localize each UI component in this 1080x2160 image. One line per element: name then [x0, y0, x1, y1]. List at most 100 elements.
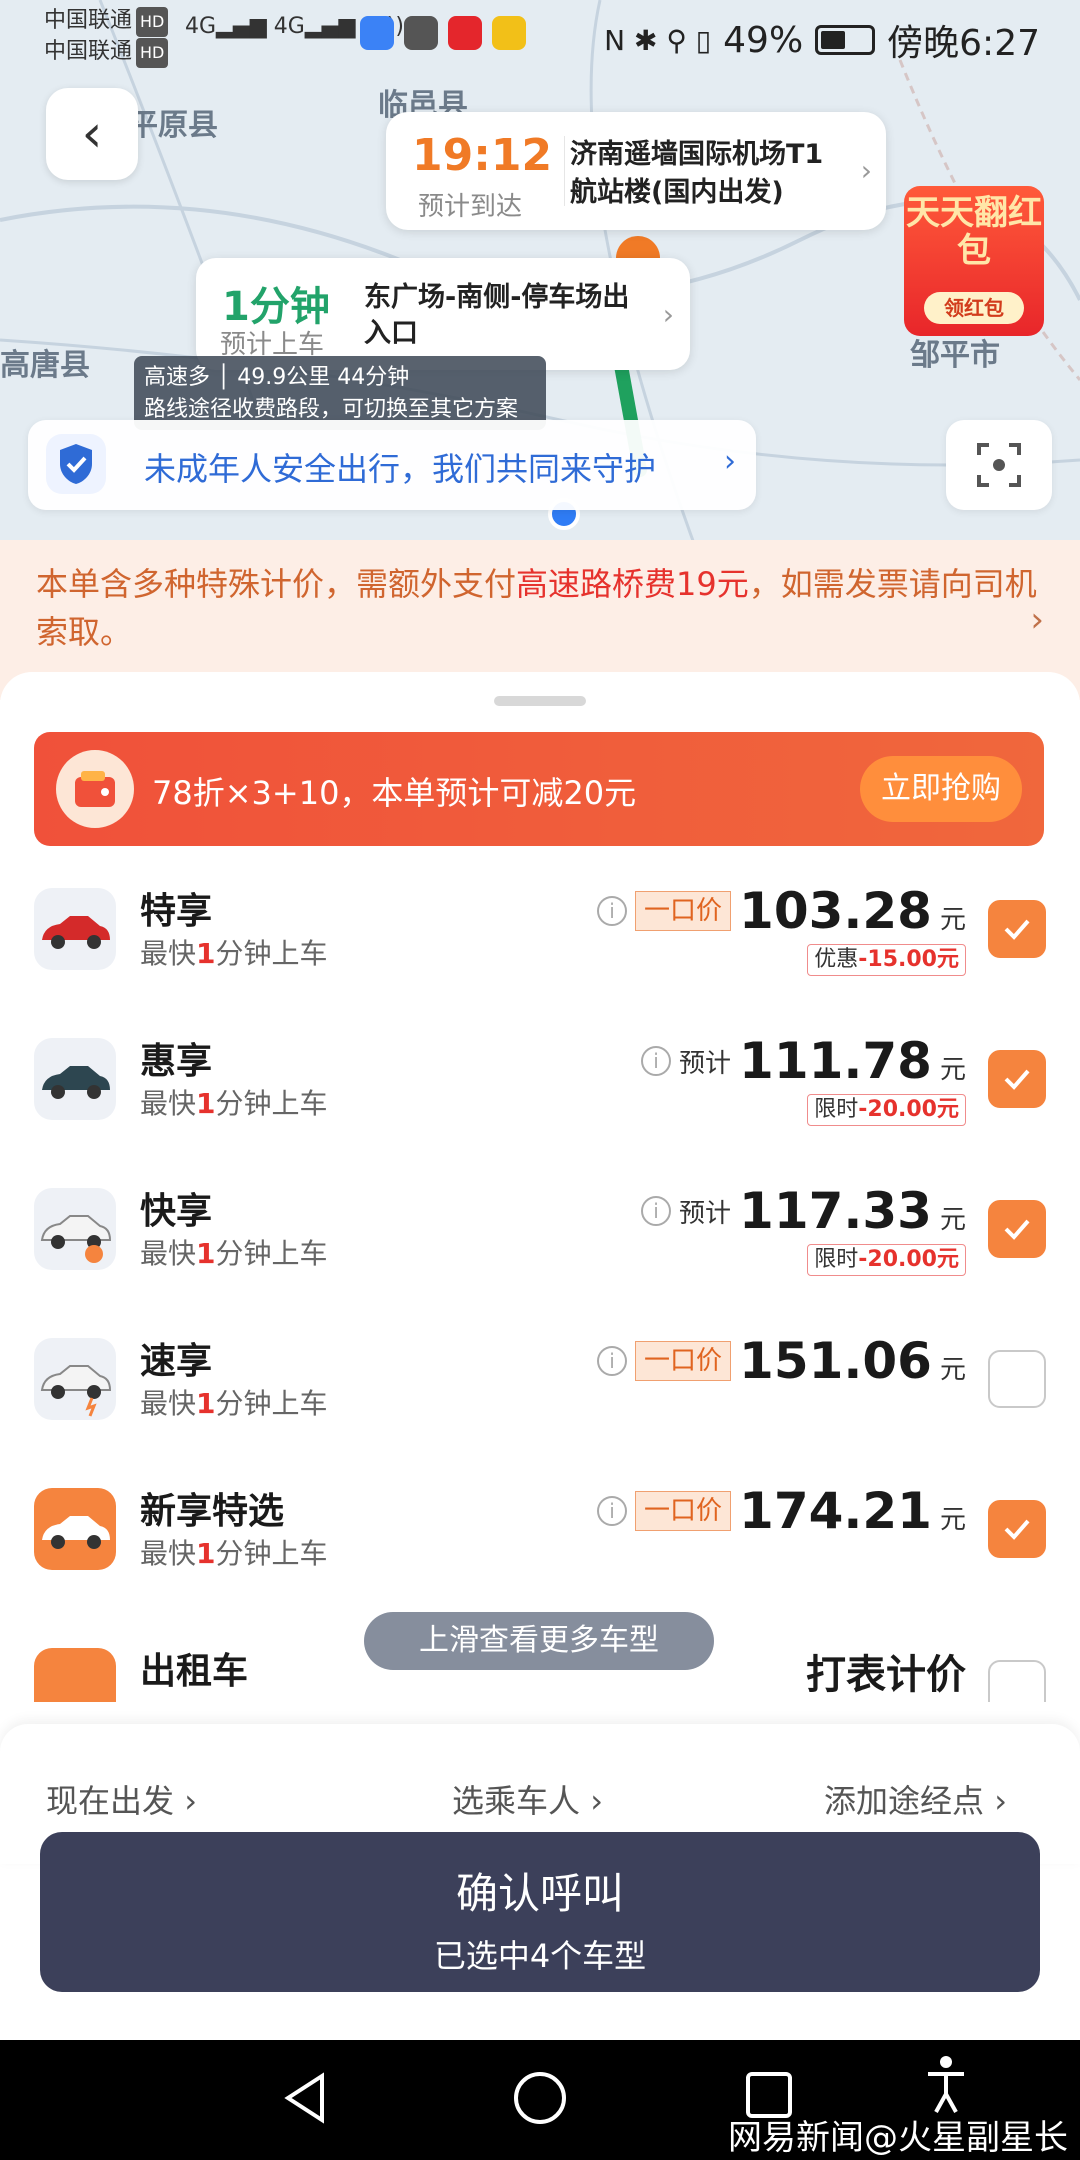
discount-badge: 限时-20.00元	[807, 1244, 966, 1276]
select-checkbox[interactable]	[988, 1350, 1046, 1408]
car-type-list[interactable]: 特享 最快1分钟上车 i 一口价 103.28 元 优惠-15.00元 惠享 最…	[0, 882, 1080, 1702]
car-eta: 最快1分钟上车	[140, 1387, 328, 1420]
select-checkbox[interactable]	[988, 900, 1046, 958]
divider	[564, 136, 565, 206]
toll-fee: 高速路桥费19元	[516, 565, 749, 603]
locate-icon	[977, 443, 1021, 487]
select-checkbox[interactable]	[988, 1660, 1046, 1702]
clock: 傍晚6:27	[887, 23, 1040, 64]
arrival-card[interactable]: 19:12 预计到达 济南遥墙国际机场T1航站楼(国内出发) ›	[386, 112, 886, 230]
info-icon[interactable]: i	[641, 1046, 672, 1076]
accessibility-icon[interactable]	[924, 2054, 968, 2114]
car-name: 新享特选	[140, 1491, 285, 1532]
shield-icon	[46, 434, 106, 494]
price-block: i 一口价 174.21 元	[597, 1482, 966, 1540]
battery-percent: 49%	[723, 19, 804, 61]
select-checkbox[interactable]	[988, 1500, 1046, 1558]
watermark: 网易新闻@火星副星长	[728, 2118, 1068, 2158]
safety-text: 未成年人安全出行，我们共同来守护	[144, 450, 657, 488]
battery-icon	[815, 25, 876, 55]
price-unit: 元	[939, 1355, 966, 1385]
price-unit: 元	[939, 905, 966, 935]
bottom-sheet[interactable]: 78折×3+10，本单预计可减20元 立即抢购 特享 最快1分钟上车 i 一口价…	[0, 672, 1080, 2052]
info-icon[interactable]: i	[597, 896, 628, 926]
estimate-tag: 预计	[679, 1198, 732, 1229]
map-view[interactable]: 平原县 临邑县 高唐县 邹平市 中国联通 HD 中国联通 HD 4G▂▄▆ 4G▂▄…	[0, 0, 1080, 560]
add-stop-option[interactable]: 添加途经点 ›	[824, 1776, 1007, 1822]
fixed-price-tag: 一口价	[635, 1341, 732, 1381]
info-icon[interactable]: i	[597, 1496, 628, 1526]
car-name: 快享	[140, 1191, 213, 1232]
qq-icon	[492, 16, 526, 50]
check-icon	[1004, 1069, 1030, 1090]
car-row-kuaixiang[interactable]: 快享 最快1分钟上车 i 预计 117.33 元 限时-20.00元	[0, 1182, 1080, 1332]
red-packet-promo[interactable]: 天天翻红包 领红包	[904, 186, 1044, 336]
price-unit: 元	[939, 1205, 966, 1235]
car-row-texiang[interactable]: 特享 最快1分钟上车 i 一口价 103.28 元 优惠-15.00元	[0, 882, 1080, 1032]
buy-now-button[interactable]: 立即抢购	[860, 756, 1022, 822]
carrier-label: 中国联通	[44, 8, 133, 33]
chevron-right-icon: ›	[590, 1782, 603, 1820]
price: 103.28	[739, 882, 932, 940]
car-row-huixiang[interactable]: 惠享 最快1分钟上车 i 预计 111.78 元 限时-20.00元	[0, 1032, 1080, 1182]
network-type: 4G	[185, 14, 217, 39]
depart-time-option[interactable]: 现在出发 ›	[46, 1776, 197, 1822]
network-type: 4G	[273, 14, 305, 39]
security-app-icon	[404, 16, 438, 50]
promo-button[interactable]: 领红包	[924, 292, 1024, 324]
price-unit: 元	[939, 1505, 966, 1535]
safety-banner[interactable]: 未成年人安全出行，我们共同来守护 ›	[28, 420, 756, 510]
car-icon	[34, 1188, 116, 1270]
car-row-xinxiang[interactable]: 新享特选 最快1分钟上车 i 一口价 174.21 元	[0, 1482, 1080, 1632]
swipe-more-hint[interactable]: 上滑查看更多车型	[364, 1612, 714, 1670]
price-block: i 一口价 103.28 元 优惠-15.00元	[597, 882, 966, 976]
choose-rider-option[interactable]: 选乘车人 ›	[452, 1776, 603, 1822]
recenter-button[interactable]	[946, 420, 1052, 510]
carrier-label: 中国联通	[44, 39, 133, 64]
chevron-right-icon: ›	[994, 1782, 1007, 1820]
carrier-info: 中国联通 HD 中国联通 HD	[44, 6, 169, 68]
check-icon	[1004, 1519, 1030, 1540]
drag-handle[interactable]	[494, 696, 586, 706]
route-summary: 高速多 │ 49.9公里 44分钟	[144, 365, 410, 390]
hd-badge: HD	[136, 38, 169, 68]
nfc-bt-location-icons: N ✱ ⚲ ▯	[604, 23, 712, 57]
chevron-right-icon: ›	[860, 154, 872, 187]
info-icon[interactable]: i	[641, 1196, 672, 1226]
chevron-right-icon: ›	[184, 1782, 197, 1820]
status-bar: 中国联通 HD 中国联通 HD 4G▂▄▆ 4G▂▄▆ ((·)) N ✱ ⚲ ▯ …	[0, 0, 1080, 70]
info-icon[interactable]: i	[597, 1346, 628, 1376]
fixed-price-tag: 一口价	[635, 1491, 732, 1531]
back-button[interactable]: ‹	[46, 88, 138, 180]
chevron-right-icon: ›	[1030, 600, 1044, 640]
wallet-icon	[56, 750, 134, 828]
fee-text: 本单含多种特殊计价，需额外支付	[36, 565, 517, 603]
chevron-left-icon: ‹	[81, 104, 103, 164]
promo-title: 天天翻红包	[906, 193, 1042, 271]
select-checkbox[interactable]	[988, 1200, 1046, 1258]
discount-badge: 限时-20.00元	[807, 1094, 966, 1126]
price-block: i 一口价 151.06 元	[597, 1332, 966, 1390]
nav-home-icon[interactable]	[512, 2070, 568, 2126]
news-app-icon	[448, 16, 482, 50]
price: 111.78	[739, 1032, 932, 1090]
car-name: 出租车	[140, 1651, 249, 1692]
select-checkbox[interactable]	[988, 1050, 1046, 1108]
pickup-card[interactable]: 1分钟 预计上车 东广场-南侧-停车场出入口 ›	[196, 258, 690, 370]
confirm-call-button[interactable]: 确认呼叫 已选中4个车型	[40, 1832, 1040, 1992]
arrival-label: 预计到达	[418, 192, 523, 222]
hd-badge: HD	[136, 7, 169, 37]
route-info[interactable]: 高速多 │ 49.9公里 44分钟 路线途径收费路段，可切换至其它方案	[134, 356, 546, 430]
car-icon	[34, 1648, 116, 1702]
price-block: i 预计 111.78 元 限时-20.00元	[641, 1032, 966, 1126]
car-name: 速享	[140, 1341, 213, 1382]
status-right: N ✱ ⚲ ▯ 49% 傍晚6:27	[604, 14, 1040, 66]
nav-back-icon[interactable]	[280, 2070, 330, 2126]
coupon-banner[interactable]: 78折×3+10，本单预计可减20元 立即抢购	[34, 732, 1044, 846]
pickup-location: 东广场-南侧-停车场出入口	[364, 282, 630, 349]
car-row-suxiang[interactable]: 速享 最快1分钟上车 i 一口价 151.06 元	[0, 1332, 1080, 1482]
arrival-time: 19:12	[412, 130, 553, 181]
notification-icons	[360, 16, 526, 50]
car-eta: 最快1分钟上车	[140, 1087, 328, 1120]
chevron-right-icon: ›	[662, 298, 674, 331]
